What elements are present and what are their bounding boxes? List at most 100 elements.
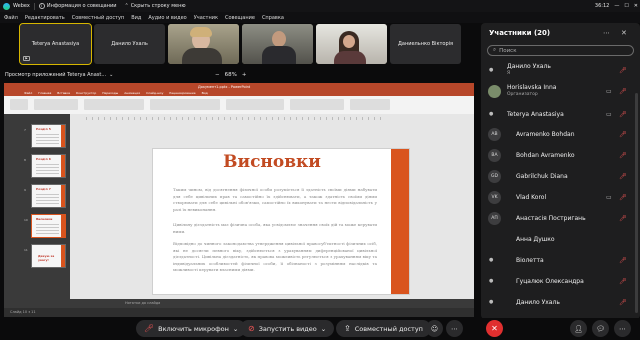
video-tile[interactable] — [168, 24, 239, 64]
zoom-level[interactable]: 68% — [225, 72, 237, 78]
slide-thumbnail[interactable]: Дякую за увагу! — [31, 244, 66, 268]
participant-row[interactable]: ● Гуцалюк Олександра 🎤︎ — [481, 271, 633, 291]
more-options-icon[interactable]: ⋯ — [603, 29, 610, 37]
zoom-in-button[interactable]: + — [242, 72, 247, 78]
mic-muted-icon[interactable]: 🎤︎ — [619, 278, 627, 285]
avatar: AB — [488, 127, 501, 141]
slide-paragraph: Відповідно до чинного законодавства утве… — [173, 241, 377, 272]
participant-row[interactable]: VK Vlad Korol ▭ 🎤︎ — [481, 187, 633, 207]
video-tile[interactable]: Даниельнко Вікторія — [390, 24, 461, 64]
participant-row[interactable]: ● Teterya Anastasiya ▭ 🎤︎ — [481, 104, 633, 124]
meeting-info-button[interactable]: i Информация о совещании — [38, 3, 116, 9]
chevron-up-icon: ⌃ — [124, 3, 129, 9]
user-icon: ● — [489, 67, 494, 73]
meeting-controls: 🎤︎ Включить микрофон ⌄ ⊘ Запустить видео… — [0, 318, 640, 340]
mic-muted-icon[interactable]: 🎤︎ — [619, 67, 627, 74]
participant-row[interactable]: ● Данило Ухаль Я 🎤︎ — [481, 60, 633, 80]
app-name: Webex — [13, 3, 30, 9]
participants-icon: 👤︎ — [574, 324, 583, 333]
mic-muted-icon[interactable]: 🎤︎ — [619, 173, 627, 180]
menu-audio-video[interactable]: Аудио и видео — [148, 15, 186, 21]
avatar — [488, 84, 501, 98]
participant-row[interactable]: Анна Душко — [481, 229, 633, 249]
video-tile[interactable]: Данило Ухаль — [94, 24, 165, 64]
ppt-status-bar: Слайд 10 з 11 — [4, 308, 474, 317]
menu-participant[interactable]: Участник — [194, 15, 218, 21]
slide-thumbnail[interactable]: Розділ 7 — [31, 184, 66, 208]
close-panel-icon[interactable]: ✕ — [621, 29, 627, 37]
mic-muted-icon[interactable]: 🎤︎ — [619, 215, 627, 222]
slide-paragraph: Цивільну дієздатність має фізична особа,… — [173, 222, 377, 234]
mic-muted-icon[interactable]: 🎤︎ — [619, 111, 627, 118]
smile-icon: ☺ — [430, 324, 439, 333]
mic-muted-icon[interactable]: 🎤︎ — [619, 88, 627, 95]
participant-row[interactable]: АП Анастасія Постригань 🎤︎ — [481, 208, 633, 228]
slide-thumbnail-selected[interactable]: Висновки — [31, 214, 66, 238]
ppt-title-bar: Документ1.pptx - PowerPoint — [4, 83, 474, 90]
ppt-tab[interactable]: Рецензирование — [169, 91, 195, 95]
chat-button[interactable]: 💬︎ — [592, 320, 609, 337]
ppt-tab[interactable]: Главная — [38, 91, 51, 95]
participant-row[interactable]: GD Gabrilchuk Diana 🎤︎ — [481, 166, 633, 186]
menu-edit[interactable]: Редактировать — [25, 15, 65, 21]
notes-bar[interactable]: Нотатки до слайда — [70, 299, 474, 308]
slide-thumbnail[interactable]: Розділ 6 — [31, 154, 66, 178]
mic-muted-icon[interactable]: 🎤︎ — [619, 152, 627, 159]
ppt-tab[interactable]: Слайд-шоу — [146, 91, 163, 95]
menu-bar: Файл Редактировать Совместный доступ Вид… — [0, 12, 640, 23]
share-icon: ⇪ — [344, 324, 351, 333]
ppt-tab[interactable]: Вид — [202, 91, 208, 95]
mute-button[interactable]: 🎤︎ Включить микрофон ⌄ — [136, 320, 247, 337]
slide-thumbnail[interactable]: Розділ 5 — [31, 124, 66, 148]
participant-row[interactable]: AB Avramenko Bohdan 🎤︎ — [481, 124, 633, 144]
screen-share-icon: ▶ — [23, 56, 30, 61]
participant-row[interactable]: Horislavska Inna Организатор ▭ 🎤︎ — [481, 81, 633, 101]
mic-muted-icon[interactable]: 🎤︎ — [619, 131, 627, 138]
more-icon: ⋯ — [451, 324, 458, 333]
minimize-button[interactable]: — — [614, 3, 619, 9]
participants-button[interactable]: 👤︎ — [570, 320, 587, 337]
ppt-tab[interactable]: Анимация — [124, 91, 140, 95]
participant-row[interactable]: BA Bohdan Avramenko 🎤︎ — [481, 145, 633, 165]
ppt-tab[interactable]: Переходы — [102, 91, 118, 95]
chevron-down-icon[interactable]: ⌄ — [233, 325, 238, 333]
mic-muted-icon[interactable]: 🎤︎ — [619, 299, 627, 306]
zoom-out-button[interactable]: − — [215, 72, 220, 78]
current-slide: Висновки Таким чином, від досягнення фіз… — [152, 148, 410, 295]
more-button[interactable]: ⋯ — [446, 320, 463, 337]
participant-search-input[interactable]: ⌕ Поиск — [487, 45, 634, 56]
meeting-timer: 36:12 — [594, 3, 610, 9]
share-button[interactable]: ⇪ Совместный доступ — [336, 320, 431, 337]
menu-view[interactable]: Вид — [131, 15, 141, 21]
menu-help[interactable]: Справка — [262, 15, 284, 21]
hide-menu-button[interactable]: ⌃ Скрыть строку меню — [124, 3, 185, 9]
video-tile[interactable]: Teterya Anastasiya ▶ — [19, 23, 92, 65]
end-call-button[interactable]: ✕ — [486, 320, 503, 337]
reactions-button[interactable]: ☺ — [426, 320, 443, 337]
info-icon: i — [38, 3, 45, 9]
ppt-tab[interactable]: Вставка — [57, 91, 70, 95]
close-button[interactable]: ✕ — [634, 3, 638, 9]
slide-paragraph: Таким чином, від досягнення фізичної осо… — [173, 187, 377, 212]
video-tile[interactable] — [316, 24, 387, 64]
maximize-button[interactable]: ☐ — [624, 3, 628, 9]
search-icon: ⌕ — [493, 47, 497, 53]
participant-row[interactable]: ● Данило Ухаль 🎤︎ — [481, 292, 633, 312]
menu-share[interactable]: Совместный доступ — [72, 15, 124, 21]
chevron-down-icon[interactable]: ⌄ — [109, 72, 113, 78]
mic-muted-icon[interactable]: 🎤︎ — [619, 194, 627, 201]
participant-row[interactable]: ● Віолетта 🎤︎ — [481, 250, 633, 270]
mic-muted-icon[interactable]: 🎤︎ — [619, 257, 627, 264]
menu-meeting[interactable]: Совещание — [225, 15, 255, 21]
menu-file[interactable]: Файл — [4, 15, 18, 21]
start-video-button[interactable]: ⊘ Запустить видео ⌄ — [240, 320, 335, 337]
more-panels-button[interactable]: ⋯ — [614, 320, 631, 337]
participants-title: Участники (20) — [489, 29, 551, 37]
ppt-tab[interactable]: Файл — [24, 91, 32, 95]
ppt-tab[interactable]: Конструктор — [76, 91, 96, 95]
panel-scrollbar[interactable] — [635, 93, 638, 313]
camera-icon: ▭ — [606, 87, 612, 95]
video-tile[interactable] — [242, 24, 313, 64]
camera-off-icon: ⊘ — [248, 324, 255, 333]
chevron-down-icon[interactable]: ⌄ — [321, 325, 326, 333]
